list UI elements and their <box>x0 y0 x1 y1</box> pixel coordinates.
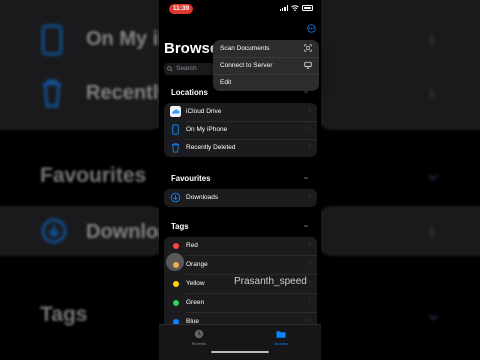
list-item-label: On My iPhone <box>186 126 228 133</box>
sidebar-item-downloads[interactable]: Downloads › <box>164 189 317 207</box>
folder-icon <box>276 331 286 338</box>
row-divider <box>186 254 317 255</box>
red-dot-icon <box>173 243 179 249</box>
wifi-icon <box>291 5 299 11</box>
menu-item-edit[interactable]: Edit <box>213 74 319 91</box>
bg-tags-text: Tags <box>40 303 88 326</box>
list-item-label: Orange <box>186 261 208 268</box>
phone-icon <box>172 124 179 135</box>
signal-icon <box>279 5 288 11</box>
search-placeholder: Search <box>176 65 197 72</box>
tag-item-red[interactable]: Red › <box>164 237 317 255</box>
bg-chevron-icon-3: › <box>428 218 436 243</box>
row-divider <box>186 311 317 312</box>
menu-item-scan-documents[interactable]: Scan Documents <box>213 40 319 57</box>
list-item-label: Recently Deleted <box>186 144 236 151</box>
time-indicator: 11:39 <box>169 4 193 14</box>
bg-phone-icon <box>41 24 63 56</box>
trash-icon <box>171 143 180 153</box>
chevron-right-icon: › <box>308 241 311 248</box>
status-bar: 11:39 <box>159 0 321 18</box>
touch-indicator <box>166 253 184 271</box>
bg-downloads-text: Downloa <box>86 221 170 243</box>
chevron-right-icon: › <box>308 279 311 286</box>
favourites-header: Favourites <box>171 174 211 183</box>
row-divider <box>186 292 317 293</box>
tab-browse[interactable]: Browse <box>261 329 301 346</box>
more-options-menu: Scan Documents Connect to Server Edit <box>213 40 319 91</box>
more-icon[interactable] <box>307 24 316 33</box>
sidebar-item-icloud-drive[interactable]: iCloud Drive › <box>164 103 317 121</box>
list-item-label: Downloads <box>186 194 219 201</box>
bg-chevron-icon-2: › <box>428 80 436 105</box>
bg-locations-card <box>0 0 165 130</box>
bg-chevron-down-icon-2: ⌄ <box>424 300 443 325</box>
bg-favourites-text: Favourites <box>40 164 147 187</box>
chevron-down-icon[interactable]: ⌄ <box>302 221 310 229</box>
tab-bar: Recents Browse <box>159 324 321 360</box>
cloud-icon <box>170 106 181 117</box>
menu-item-label: Connect to Server <box>220 62 273 69</box>
favourites-group: Downloads › <box>164 189 317 207</box>
menu-item-label: Edit <box>220 79 232 86</box>
monitor-icon <box>304 61 312 69</box>
tags-header: Tags <box>171 222 189 231</box>
chevron-right-icon: › <box>308 107 311 114</box>
scan-icon <box>304 44 312 52</box>
chevron-down-icon[interactable]: ⌄ <box>302 173 310 181</box>
menu-item-connect-to-server[interactable]: Connect to Server <box>213 57 319 74</box>
list-item-label: Yellow <box>186 280 205 287</box>
tab-recents[interactable]: Recents <box>179 329 219 346</box>
clock-icon <box>194 329 204 339</box>
tab-label: Browse <box>274 341 288 346</box>
chevron-right-icon: › <box>308 317 311 324</box>
chevron-right-icon: › <box>308 260 311 267</box>
home-indicator <box>211 351 269 353</box>
chevron-right-icon: › <box>308 193 311 200</box>
status-icons <box>279 5 313 11</box>
chevron-right-icon: › <box>308 298 311 305</box>
bg-trash-icon <box>43 79 61 108</box>
battery-icon <box>302 5 313 11</box>
tab-label: Recents <box>191 341 207 346</box>
green-dot-icon <box>173 300 179 306</box>
sidebar-item-on-my-iphone[interactable]: On My iPhone › <box>164 121 317 139</box>
watermark-text: Prasanth_speed <box>234 276 307 287</box>
row-divider <box>186 273 317 274</box>
bg-right-card-2 <box>318 206 480 256</box>
page-title: Browse <box>164 40 219 57</box>
sidebar-item-recently-deleted[interactable]: Recently Deleted › <box>164 139 317 157</box>
bg-right-card-1 <box>318 0 480 130</box>
list-item-label: iCloud Drive <box>186 108 222 115</box>
tag-item-orange[interactable]: Orange › <box>164 256 317 274</box>
list-item-label: Green <box>186 299 205 306</box>
locations-header: Locations <box>171 88 208 97</box>
locations-group: iCloud Drive › On My iPhone › Recently D… <box>164 103 317 157</box>
bg-recently-text: Recently <box>86 82 170 104</box>
chevron-right-icon: › <box>308 125 311 132</box>
bg-download-icon <box>41 218 67 244</box>
search-icon <box>167 66 173 72</box>
download-icon <box>170 192 181 203</box>
bg-chevron-icon-1: › <box>428 26 436 51</box>
bg-chevron-down-icon-1: ⌄ <box>424 160 443 185</box>
yellow-dot-icon <box>173 281 179 287</box>
menu-item-label: Scan Documents <box>220 45 270 52</box>
list-item-label: Red <box>186 242 198 249</box>
chevron-right-icon: › <box>308 143 311 150</box>
tag-item-green[interactable]: Green › <box>164 294 317 312</box>
